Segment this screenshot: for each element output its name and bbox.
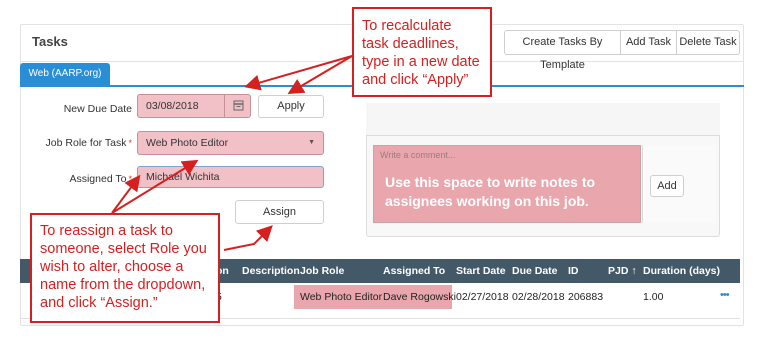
arrow-to-assign (223, 225, 273, 251)
arrow-to-apply (287, 55, 353, 95)
callout-reassign: To reassign a task to someone, select Ro… (30, 213, 220, 323)
arrow-to-assigned-to (111, 174, 141, 214)
callout-recalculate: To recalculate task deadlines, type in a… (352, 7, 492, 97)
arrow-to-date-input (244, 55, 353, 91)
arrow-to-job-role (111, 159, 199, 214)
